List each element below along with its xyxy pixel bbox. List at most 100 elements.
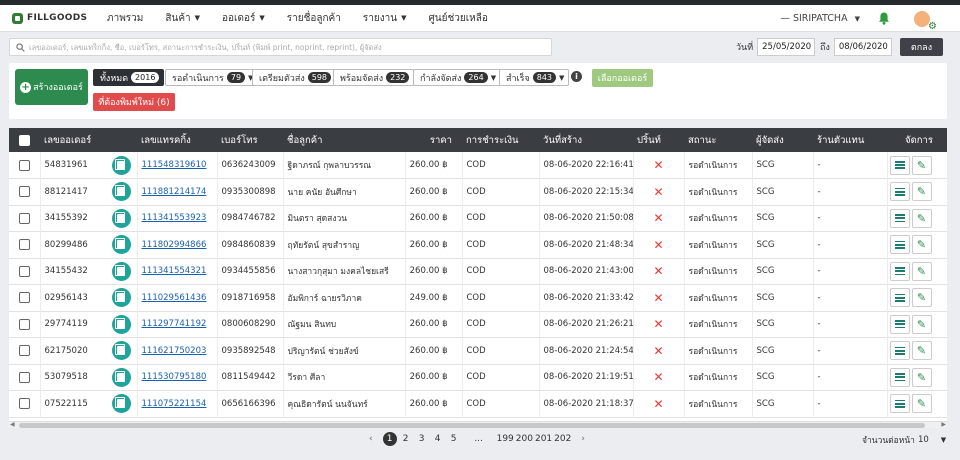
date-from-field[interactable]: 25/05/2020: [757, 38, 816, 56]
nav-item[interactable]: ศูนย์ช่วยเหลือ: [417, 5, 498, 31]
row-checkbox[interactable]: [19, 186, 30, 198]
table-row[interactable]: 02956143 111029561436 0918716958 อัมพิการ์ …: [9, 284, 947, 311]
col-header[interactable]: การชำระเงิน: [462, 128, 539, 152]
copy-icon[interactable]: [111, 208, 131, 228]
tracking-link[interactable]: 111341553923: [142, 213, 207, 223]
prev-page-icon[interactable]: ‹: [369, 434, 373, 444]
select-orders-button[interactable]: เลือกออเดอร์: [592, 69, 653, 87]
reprint-needed-button[interactable]: ที่ต้องพิมพ์ใหม่ (6): [93, 93, 175, 111]
create-order-button[interactable]: + สร้างออเดอร์: [15, 69, 88, 105]
row-checkbox[interactable]: [19, 371, 30, 383]
bell-icon[interactable]: [878, 12, 890, 25]
page-number[interactable]: 4: [431, 432, 445, 446]
edit-button[interactable]: ✎: [911, 235, 932, 255]
tracking-link[interactable]: 111548319610: [142, 160, 207, 170]
table-row[interactable]: 54831961 111548319610 0636243009 ฐิดาภรณ์ ก…: [9, 152, 947, 179]
copy-icon[interactable]: [111, 288, 131, 308]
page-size-select[interactable]: จำนวนต่อหน้า 10 ▼: [862, 433, 946, 447]
table-row[interactable]: 88121417 111881214174 0935300898 นาย คนัย อ…: [9, 178, 947, 205]
nav-item[interactable]: รายชื่อลูกค้า: [276, 5, 352, 31]
edit-button[interactable]: ✎: [911, 394, 932, 414]
search-input[interactable]: [29, 42, 549, 52]
edit-button[interactable]: ✎: [911, 288, 932, 308]
status-filter-pill[interactable]: เตรียมตัวส่ง 598: [252, 69, 337, 86]
edit-button[interactable]: ✎: [911, 182, 932, 202]
table-row[interactable]: 07522115 111075221154 0656166396 คุณธิดารัต…: [9, 390, 947, 417]
page-number[interactable]: 202: [554, 432, 571, 446]
details-list-button[interactable]: [889, 314, 910, 334]
row-checkbox[interactable]: [19, 398, 30, 410]
row-checkbox[interactable]: [19, 318, 30, 330]
page-number[interactable]: 5: [447, 432, 461, 446]
search-box[interactable]: [9, 38, 552, 56]
col-header[interactable]: เลขออเดอร์: [40, 128, 137, 152]
scrollbar-thumb[interactable]: [19, 423, 925, 428]
copy-icon[interactable]: [111, 155, 131, 175]
tracking-link[interactable]: 111297741192: [142, 319, 207, 329]
tracking-link[interactable]: 111530795180: [142, 372, 207, 382]
status-filter-pill[interactable]: รอดำเนินการ 79 ▼: [165, 69, 259, 86]
col-header[interactable]: ชื่อลูกค้า: [283, 128, 405, 152]
col-header[interactable]: ปริ้นท์: [633, 128, 684, 152]
table-row[interactable]: 53079518 111530795180 0811549442 วีรดา ศีลา…: [9, 364, 947, 391]
page-number[interactable]: 3: [415, 432, 429, 446]
copy-icon[interactable]: [111, 261, 131, 281]
table-row[interactable]: 62175020 111621750203 0935892548 ปริญารัตน์…: [9, 337, 947, 364]
nav-item[interactable]: รายงาน ▼: [352, 5, 418, 31]
copy-icon[interactable]: [111, 394, 131, 414]
details-list-button[interactable]: [889, 235, 910, 255]
scroll-right-icon[interactable]: ▶: [941, 421, 946, 428]
edit-button[interactable]: ✎: [911, 261, 932, 281]
next-page-icon[interactable]: ›: [581, 434, 585, 444]
table-row[interactable]: 34155432 111341554321 0934455856 นางสาวกุสุ…: [9, 258, 947, 285]
edit-button[interactable]: ✎: [911, 208, 932, 228]
table-row[interactable]: 34155392 111341553923 0984746782 มินตรา สุด…: [9, 205, 947, 232]
nav-item[interactable]: ภาพรวม: [96, 5, 154, 31]
copy-icon[interactable]: [111, 314, 131, 334]
select-all-checkbox[interactable]: [19, 134, 30, 146]
page-number[interactable]: 1: [382, 432, 397, 446]
horizontal-scrollbar[interactable]: ◀ ▶: [9, 421, 947, 428]
page-number[interactable]: 2: [399, 432, 413, 446]
status-filter-pill[interactable]: สำเร็จ 843 ▼: [499, 69, 570, 86]
row-checkbox[interactable]: [19, 212, 30, 224]
copy-icon[interactable]: [111, 367, 131, 387]
copy-icon[interactable]: [111, 182, 131, 202]
nav-item[interactable]: สินค้า ▼: [154, 5, 211, 31]
edit-button[interactable]: ✎: [911, 341, 932, 361]
status-filter-pill[interactable]: ทั้งหมด 2016: [93, 69, 165, 86]
logo[interactable]: FILLGOODS: [12, 12, 88, 24]
col-header[interactable]: ร้านตัวแทน: [813, 128, 887, 152]
details-list-button[interactable]: [889, 341, 910, 361]
status-filter-pill[interactable]: กำลังจัดส่ง 264 ▼: [413, 69, 502, 86]
col-header[interactable]: วันที่สร้าง: [539, 128, 633, 152]
details-list-button[interactable]: [889, 367, 910, 387]
details-list-button[interactable]: [889, 394, 910, 414]
copy-icon[interactable]: [111, 341, 131, 361]
col-header[interactable]: เบอร์โทร: [217, 128, 283, 152]
col-header[interactable]: ราคา: [405, 128, 462, 152]
tracking-link[interactable]: 111075221154: [142, 399, 207, 409]
details-list-button[interactable]: [889, 208, 910, 228]
col-header[interactable]: เลขแทรคกิ้ง: [137, 128, 217, 152]
user-menu[interactable]: — SIRIPATCHA ▼: [780, 13, 860, 24]
tracking-link[interactable]: 111341554321: [142, 266, 207, 276]
search-submit-button[interactable]: ตกลง: [900, 38, 943, 56]
row-checkbox[interactable]: [19, 292, 30, 304]
date-to-field[interactable]: 08/06/2020: [833, 38, 892, 56]
tracking-link[interactable]: 111621750203: [142, 346, 207, 356]
col-header[interactable]: ผู้จัดส่ง: [752, 128, 813, 152]
status-filter-pill[interactable]: พร้อมจัดส่ง 232: [333, 69, 415, 86]
page-number[interactable]: 201: [535, 432, 552, 446]
row-checkbox[interactable]: [19, 265, 30, 277]
scroll-left-icon[interactable]: ◀: [10, 421, 15, 428]
info-icon[interactable]: i: [571, 71, 582, 82]
page-number[interactable]: 200: [516, 432, 533, 446]
edit-button[interactable]: ✎: [911, 367, 932, 387]
details-list-button[interactable]: [889, 182, 910, 202]
edit-button[interactable]: ✎: [911, 314, 932, 334]
tracking-link[interactable]: 111881214174: [142, 187, 207, 197]
copy-icon[interactable]: [111, 235, 131, 255]
page-number[interactable]: 199: [497, 432, 514, 446]
col-header[interactable]: สถานะ: [684, 128, 752, 152]
